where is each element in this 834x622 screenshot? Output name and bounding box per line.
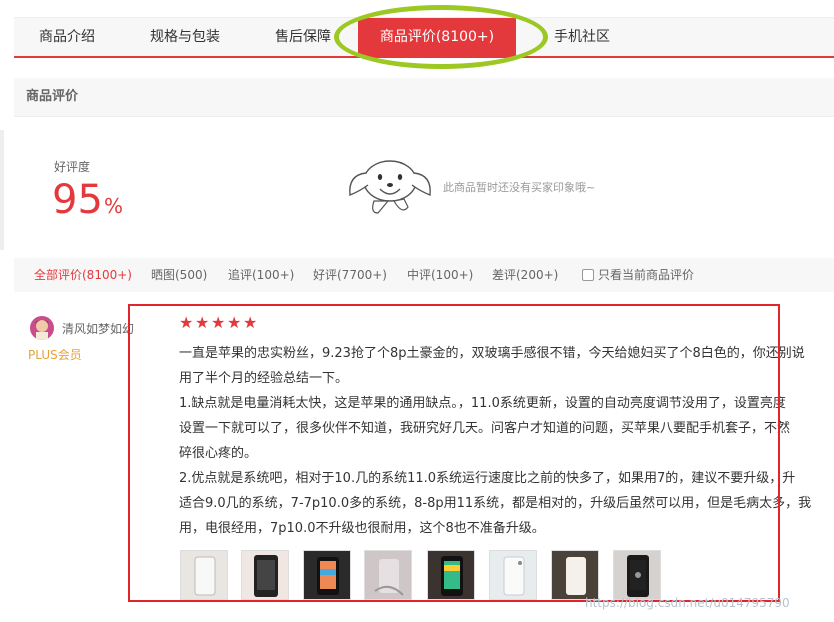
review-photo-thumb[interactable] [241, 550, 289, 600]
section-title: 商品评价 [26, 89, 79, 104]
review-photo-thumb[interactable] [180, 550, 228, 600]
review-text-line: 适合9.0几的系统，7-7p10.0多的系统，8-8p用11系统，都是相对的，升… [179, 496, 812, 511]
review-text-line: 1.缺点就是电量消耗太快，这是苹果的通用缺点。，11.0系统更新，设置的自动亮度… [179, 396, 786, 411]
review-text-line: 碎很心疼的。 [179, 446, 258, 461]
rating-label: 好评度 [54, 160, 91, 174]
only-current-checkbox[interactable] [582, 269, 594, 281]
rating-unit: % [104, 194, 124, 218]
left-divider [0, 130, 4, 250]
star-icon: ★ [195, 313, 210, 332]
review-photo-thumb[interactable] [427, 550, 475, 600]
plus-member-badge: PLUS会员 [28, 348, 82, 362]
review-text-line: 设置一下就可以了，很多伙伴不知道，我研究好几天。问客户才知道的问题，买苹果八要配… [179, 421, 791, 436]
review-text-line: 用，电很经用，7p10.0不升级也很耐用，这个8也不准备升级。 [179, 521, 545, 536]
watermark: https://blog.csdn.net/u014795790 [585, 596, 790, 610]
review-filter-bar: 全部评价(8100+) 晒图(500) 追评(100+) 好评(7700+) 中… [14, 258, 834, 292]
star-icon: ★ [211, 313, 226, 332]
reviewer-avatar[interactable] [30, 316, 54, 340]
filter-follow-up[interactable]: 追评(100+) [228, 258, 294, 292]
review-photo-thumb[interactable] [364, 550, 412, 600]
filter-negative[interactable]: 差评(200+) [492, 258, 558, 292]
review-text-line: 2.优点就是系统吧，相对于10.几的系统11.0系统运行速度比之前的快多了，如果… [179, 471, 796, 486]
tab-reviews[interactable]: 商品评价(8100+) [358, 18, 516, 56]
product-tab-bar: 商品介绍 规格与包装 售后保障 商品评价(8100+) 手机社区 [14, 17, 834, 58]
filter-neutral[interactable]: 中评(100+) [407, 258, 473, 292]
tab-product-intro[interactable]: 商品介绍 [14, 18, 120, 56]
tab-specs-packaging[interactable]: 规格与包装 [132, 18, 238, 56]
review-photo-thumb[interactable] [613, 550, 661, 600]
star-icon: ★ [227, 313, 242, 332]
rating-value: 95 [52, 177, 103, 223]
review-text-line: 用了半个月的经验总结一下。 [179, 371, 349, 386]
reviews-section-header: 商品评价 [14, 78, 834, 117]
review-photo-thumb[interactable] [303, 550, 351, 600]
tab-phone-community[interactable]: 手机社区 [532, 18, 632, 56]
filter-positive[interactable]: 好评(7700+) [313, 258, 387, 292]
impression-empty-text: 此商品暂时还没有买家印象哦~ [443, 181, 596, 194]
review-photo-thumb[interactable] [489, 550, 537, 600]
tab-after-sales[interactable]: 售后保障 [250, 18, 356, 56]
review-text-line: 一直是苹果的忠实粉丝，9.23抢了个8p土豪金的，双玻璃手感很不错，今天给媳妇买… [179, 346, 805, 361]
review-photo-thumb[interactable] [551, 550, 599, 600]
filter-with-photos[interactable]: 晒图(500) [151, 258, 207, 292]
star-icon: ★ [179, 313, 194, 332]
only-current-label[interactable]: 只看当前商品评价 [598, 258, 694, 292]
star-icon: ★ [243, 313, 258, 332]
jd-dog-mascot-icon [344, 155, 436, 217]
filter-all[interactable]: 全部评价(8100+) [34, 258, 132, 292]
reviewer-username[interactable]: 清风如梦如幻 [62, 320, 134, 337]
